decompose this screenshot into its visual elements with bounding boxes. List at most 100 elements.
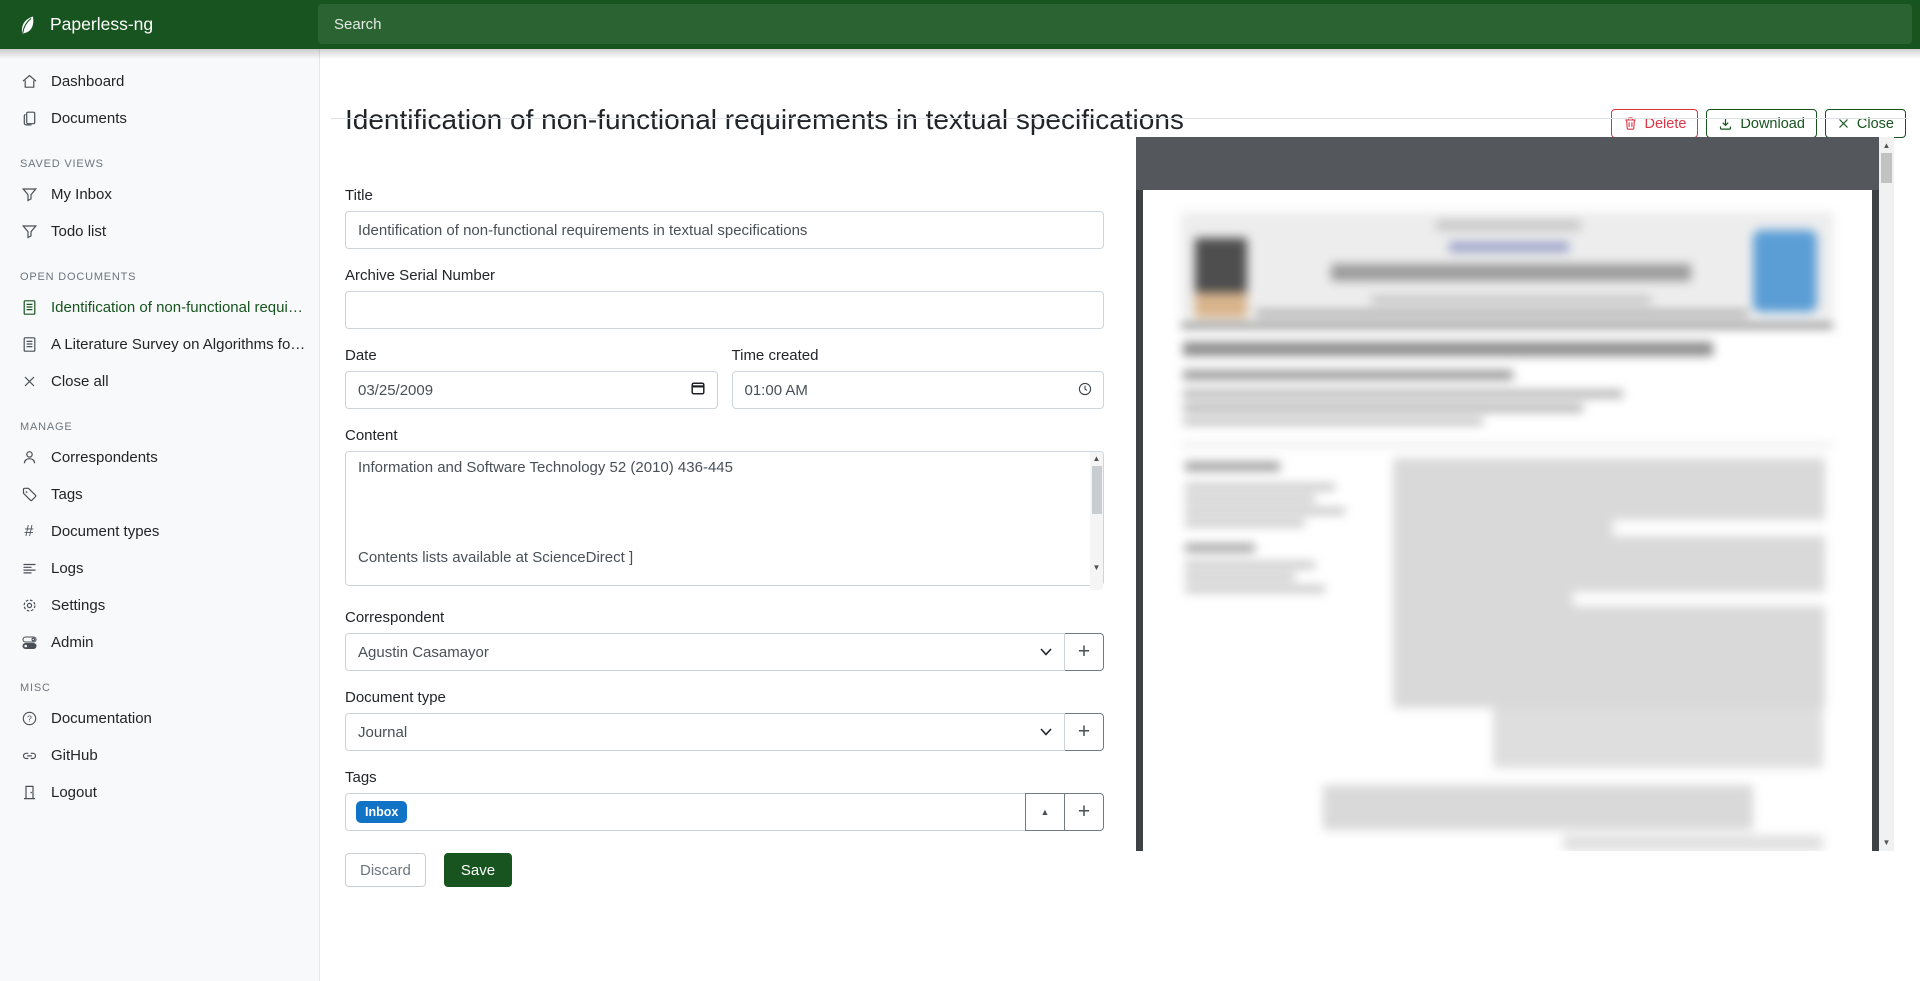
asn-label: Archive Serial Number: [345, 267, 1104, 284]
gear-icon: [20, 597, 38, 615]
sidebar-item-open-document-2[interactable]: A Literature Survey on Algorithms for Mu…: [0, 326, 319, 363]
add-tag-button[interactable]: +: [1064, 793, 1104, 831]
tag-icon: [20, 486, 38, 504]
sidebar-item-label: Document types: [51, 523, 171, 540]
sidebar-item-my-inbox[interactable]: My Inbox: [0, 176, 319, 213]
discard-button[interactable]: Discard: [345, 853, 426, 887]
close-icon: [20, 373, 38, 391]
calendar-icon[interactable]: [690, 380, 706, 396]
top-navbar: Paperless-ng: [0, 0, 1920, 49]
sidebar-item-open-document-1[interactable]: Identification of non-functional require…: [0, 289, 319, 326]
sidebar-item-documentation[interactable]: ? Documentation: [0, 700, 319, 737]
svg-text:?: ?: [27, 713, 32, 723]
link-icon: [20, 747, 38, 765]
title-input[interactable]: [345, 211, 1104, 249]
plus-icon: +: [1078, 721, 1090, 742]
time-label: Time created: [732, 347, 1105, 364]
tags-dropdown-toggle-button[interactable]: ▲: [1025, 793, 1065, 831]
app-brand[interactable]: Paperless-ng: [0, 14, 320, 36]
blurred-document-content: [1143, 190, 1872, 851]
sidebar-item-admin[interactable]: Admin: [0, 624, 319, 661]
sidebar-item-document-types[interactable]: # Document types: [0, 513, 319, 550]
sidebar-item-label: Close all: [51, 373, 121, 390]
sidebar-item-label: Identification of non-functional require…: [51, 299, 319, 316]
sidebar-item-label: Todo list: [51, 223, 118, 240]
scroll-up-icon[interactable]: ▲: [1879, 138, 1894, 153]
funnel-icon: [20, 186, 38, 204]
section-title-manage: MANAGE: [20, 421, 319, 433]
sidebar-item-github[interactable]: GitHub: [0, 737, 319, 774]
sidebar-item-todo-list[interactable]: Todo list: [0, 213, 319, 250]
sidebar-item-label: Dashboard: [51, 73, 136, 90]
header-divider: [331, 118, 1908, 119]
file-text-icon: [20, 299, 38, 317]
sidebar-item-label: Documents: [51, 110, 139, 127]
sidebar-item-label: GitHub: [51, 747, 110, 764]
tag-badge-inbox[interactable]: Inbox: [356, 801, 407, 823]
sidebar-item-tags[interactable]: Tags: [0, 476, 319, 513]
sidebar-item-label: Admin: [51, 634, 106, 651]
section-title-open-documents: OPEN DOCUMENTS: [20, 271, 319, 283]
door-icon: [20, 784, 38, 802]
sidebar-item-close-all[interactable]: Close all: [0, 363, 319, 400]
search-input[interactable]: [318, 4, 1912, 44]
pdf-scrollbar[interactable]: ▲ ▼: [1879, 137, 1894, 851]
log-lines-icon: [20, 560, 38, 578]
sidebar-item-label: Correspondents: [51, 449, 170, 466]
sidebar-item-label: My Inbox: [51, 186, 124, 203]
time-input[interactable]: [732, 371, 1105, 409]
close-button[interactable]: Close: [1825, 109, 1906, 138]
plus-icon: +: [1078, 641, 1090, 662]
document-edit-form: Title Archive Serial Number Date Time cr…: [345, 187, 1104, 887]
sidebar-item-documents[interactable]: Documents: [0, 100, 319, 137]
title-label: Title: [345, 187, 1104, 204]
leaf-logo-icon: [16, 14, 38, 36]
pdf-preview: ▲ ▼: [1136, 137, 1894, 851]
archive-serial-number-input[interactable]: [345, 291, 1104, 329]
file-text-icon: [20, 336, 38, 354]
download-button[interactable]: Download: [1706, 109, 1817, 138]
content-textarea[interactable]: Information and Software Technology 52 (…: [345, 451, 1104, 586]
pdf-page: [1143, 190, 1872, 851]
sidebar-item-logs[interactable]: Logs: [0, 550, 319, 587]
files-icon: [20, 110, 38, 128]
sidebar: Dashboard Documents SAVED VIEWS My Inbox…: [0, 49, 320, 981]
sidebar-item-label: Documentation: [51, 710, 164, 727]
person-icon: [20, 449, 38, 467]
sidebar-item-dashboard[interactable]: Dashboard: [0, 63, 319, 100]
funnel-icon: [20, 223, 38, 241]
sidebar-item-label: Logs: [51, 560, 96, 577]
plus-icon: +: [1078, 801, 1090, 822]
delete-button[interactable]: Delete: [1611, 109, 1699, 138]
date-label: Date: [345, 347, 718, 364]
sidebar-item-label: A Literature Survey on Algorithms for Mu…: [51, 336, 319, 353]
add-correspondent-button[interactable]: +: [1064, 633, 1104, 671]
sidebar-item-logout[interactable]: Logout: [0, 774, 319, 811]
home-icon: [20, 73, 38, 91]
sidebar-item-label: Logout: [51, 784, 109, 801]
document-type-label: Document type: [345, 689, 1104, 706]
scroll-down-icon[interactable]: ▼: [1879, 835, 1894, 850]
correspondent-label: Correspondent: [345, 609, 1104, 626]
hash-icon: #: [20, 523, 38, 541]
pdf-viewport: [1136, 190, 1879, 851]
save-button[interactable]: Save: [444, 853, 512, 887]
caret-up-icon: ▲: [1041, 807, 1050, 817]
section-title-saved-views: SAVED VIEWS: [20, 158, 319, 170]
pdf-scrollbar-thumb[interactable]: [1881, 153, 1892, 183]
sidebar-item-label: Settings: [51, 597, 117, 614]
document-type-select[interactable]: Journal: [345, 713, 1065, 751]
pdf-toolbar: [1136, 137, 1879, 190]
add-document-type-button[interactable]: +: [1064, 713, 1104, 751]
sidebar-item-label: Tags: [51, 486, 95, 503]
section-title-misc: MISC: [20, 682, 319, 694]
tags-input[interactable]: Inbox: [345, 793, 1026, 831]
date-input[interactable]: [345, 371, 718, 409]
app-title: Paperless-ng: [50, 14, 153, 35]
sidebar-item-settings[interactable]: Settings: [0, 587, 319, 624]
tags-label: Tags: [345, 769, 1104, 786]
sidebar-item-correspondents[interactable]: Correspondents: [0, 439, 319, 476]
main-content: Identification of non-functional require…: [321, 49, 1920, 981]
correspondent-select[interactable]: Agustin Casamayor: [345, 633, 1065, 671]
clock-icon[interactable]: [1078, 382, 1092, 396]
